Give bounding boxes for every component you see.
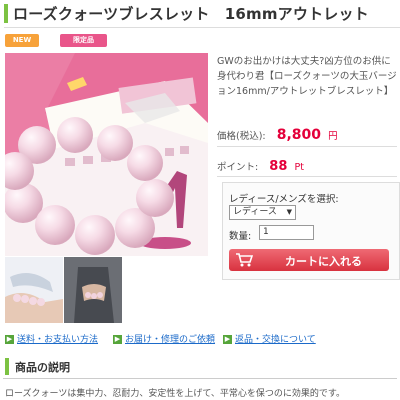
- arrow-right-icon: ▶: [113, 335, 122, 344]
- size-select[interactable]: レディース ▼: [229, 205, 296, 220]
- size-select-label: レディース/メンズを選択:: [229, 194, 339, 205]
- points-divider: [217, 176, 397, 177]
- section-title: 商品の説明: [15, 361, 70, 374]
- price-row: 価格(税込): 8,800 円: [217, 124, 397, 143]
- thumbnail-image-1[interactable]: [5, 257, 63, 323]
- title-divider: [4, 27, 400, 28]
- thumbnail-image-2[interactable]: [64, 257, 122, 323]
- title-accent-bar: [4, 4, 8, 23]
- section-body-text: ローズクォーツは集中力、忍耐力、安定性を上げて、平常心を保つのに効果的です。: [5, 389, 346, 399]
- add-to-cart-button[interactable]: カートに入れる: [229, 249, 389, 271]
- price-unit: 円: [328, 131, 338, 142]
- product-description-section-header: 商品の説明: [3, 357, 397, 375]
- arrow-right-icon: ▶: [223, 335, 232, 344]
- quantity-label: 数量:: [229, 231, 252, 242]
- limited-badge: 限定品: [60, 34, 107, 47]
- info-links: ▶ 送料・お支払い方法 ▶ お届け・修理のご依頼 ▶ 返品・交換について: [5, 332, 400, 346]
- add-to-cart-label: カートに入れる: [285, 255, 362, 268]
- points-row: ポイント: 88 Pt: [217, 155, 397, 174]
- product-title: ローズクォーツブレスレット 16mmアウトレット: [13, 5, 369, 23]
- delivery-repair-link[interactable]: ▶ お届け・修理のご依頼: [113, 332, 215, 345]
- price-divider: [217, 146, 397, 147]
- returns-exchange-link[interactable]: ▶ 返品・交換について: [223, 332, 316, 345]
- quantity-input[interactable]: 1: [259, 225, 314, 240]
- cart-icon: [235, 252, 254, 270]
- product-description: GWのお出かけは大丈夫?凶方位のお供に身代わり君【ローズクォーツの大玉バージョン…: [217, 56, 397, 97]
- section-divider: [3, 378, 397, 379]
- price-value: 8,800: [276, 127, 322, 143]
- points-label: ポイント:: [217, 162, 259, 173]
- shipping-payment-link[interactable]: ▶ 送料・お支払い方法: [5, 332, 98, 345]
- section-accent-bar: [5, 358, 9, 375]
- main-product-image[interactable]: [5, 53, 208, 256]
- points-unit: Pt: [294, 162, 304, 173]
- product-title-bar: ローズクォーツブレスレット 16mmアウトレット: [0, 0, 400, 26]
- arrow-right-icon: ▶: [5, 335, 14, 344]
- link-label: お届け・修理のご依頼: [125, 335, 216, 345]
- points-value: 88: [269, 159, 288, 174]
- new-badge: NEW: [5, 34, 39, 47]
- link-label: 送料・お支払い方法: [17, 335, 99, 345]
- cart-form: レディース/メンズを選択: レディース ▼ 数量: 1 カートに入れる: [222, 182, 400, 280]
- chevron-down-icon: ▼: [286, 208, 292, 216]
- size-select-value: レディース: [233, 207, 277, 217]
- link-label: 返品・交換について: [235, 335, 316, 345]
- price-label: 価格(税込):: [217, 131, 266, 142]
